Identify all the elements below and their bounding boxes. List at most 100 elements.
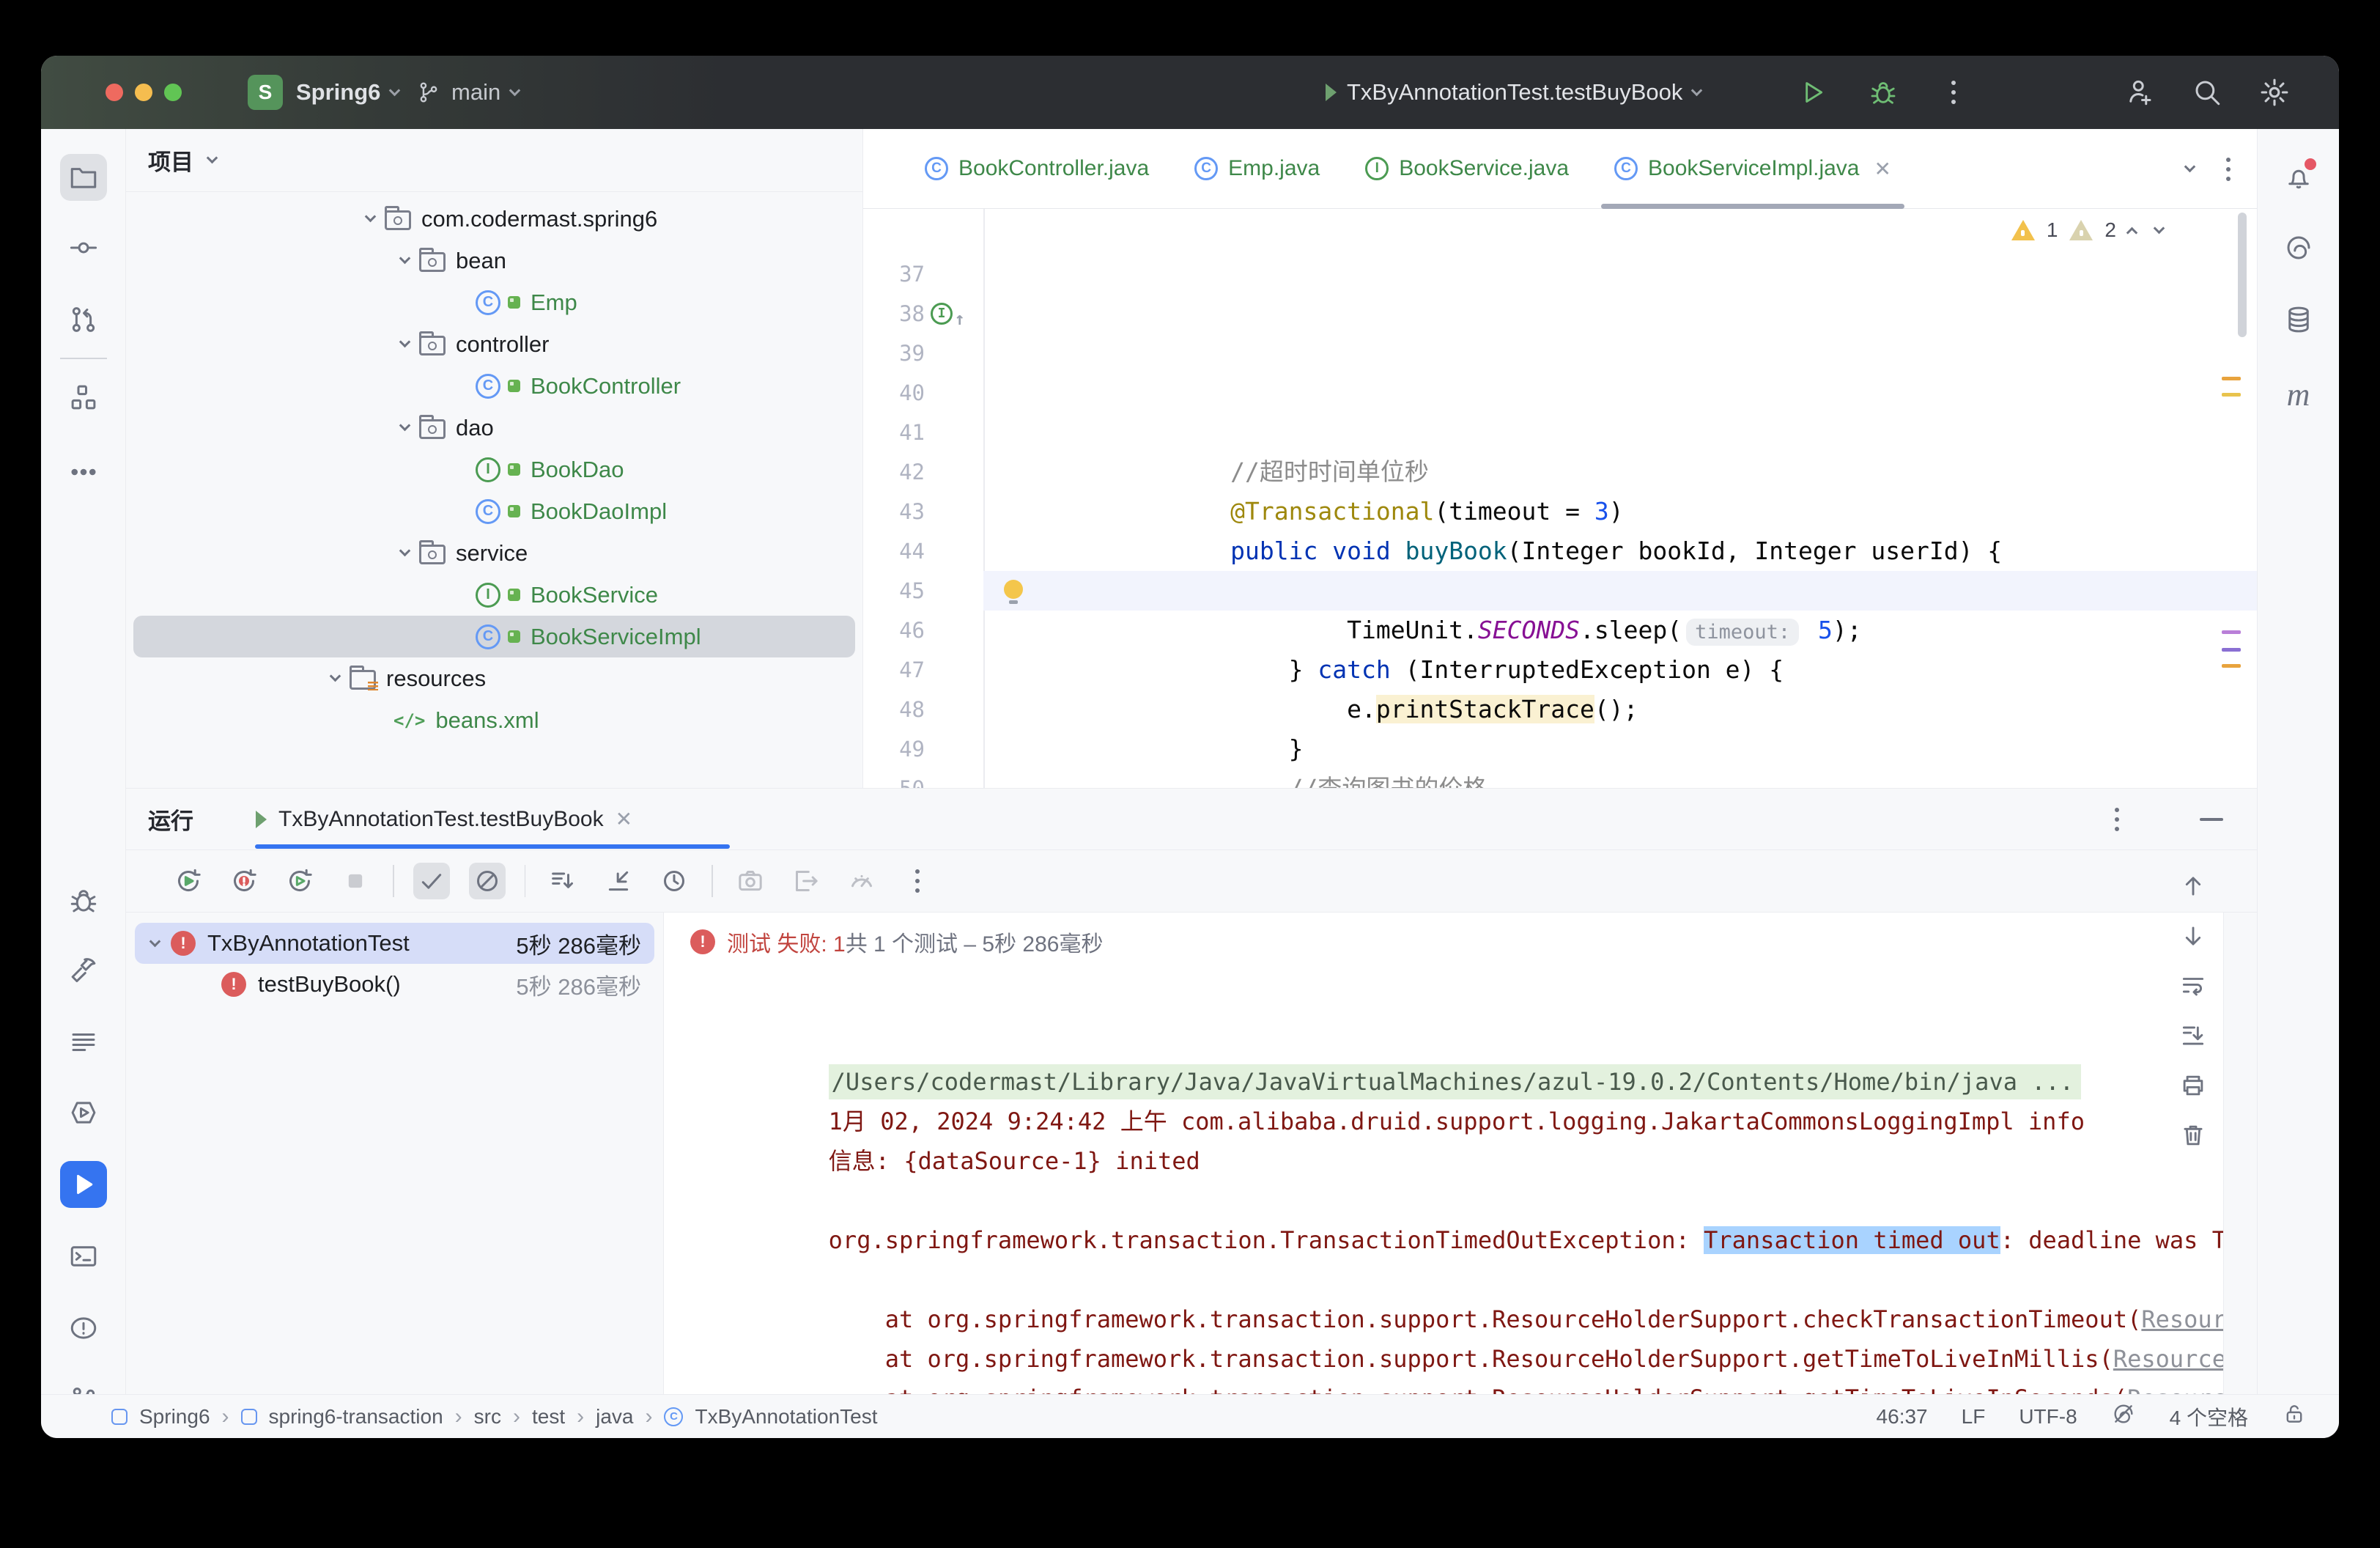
navigate-to-test-button[interactable] xyxy=(600,863,637,899)
readonly-lock-icon[interactable] xyxy=(2282,1401,2307,1431)
encoding-widget[interactable]: UTF-8 xyxy=(2019,1405,2077,1429)
test-toolbar-more-icon[interactable] xyxy=(899,863,936,899)
stop-button[interactable] xyxy=(337,863,374,899)
tree-item[interactable]: com.codermast.spring6 xyxy=(126,198,862,240)
test-console[interactable]: 测试 失败: 1共 1 个测试 – 5秒 286毫秒 /Users/coderm… xyxy=(663,913,2224,1394)
line-ending-widget[interactable]: LF xyxy=(1962,1405,1986,1429)
tree-item[interactable]: dao xyxy=(126,407,862,449)
scroll-mark-highlight[interactable] xyxy=(2222,630,2241,634)
vcs-branch-widget[interactable]: main xyxy=(416,56,519,129)
tab-options-icon[interactable] xyxy=(2226,158,2231,181)
services-tool-button[interactable] xyxy=(60,1089,107,1136)
terminal-tool-button[interactable] xyxy=(60,1233,107,1280)
test-result-row[interactable]: TxByAnnotationTest 5秒 286毫秒 xyxy=(135,923,654,964)
export-test-results-button[interactable] xyxy=(788,863,824,899)
structure-tool-button[interactable] xyxy=(60,374,107,421)
pull-requests-tool-button[interactable] xyxy=(60,296,107,343)
run-tab[interactable]: TxByAnnotationTest.testBuyBook ✕ xyxy=(254,789,632,849)
search-everywhere-button[interactable] xyxy=(2191,76,2223,108)
code-line[interactable]: 49 //更新用户的余额 xyxy=(863,690,2257,729)
code-line[interactable]: 50 bookDao.updateBalance(userId, price); xyxy=(863,729,2257,769)
tree-item[interactable]: service xyxy=(126,532,862,574)
soft-wrap-button[interactable] xyxy=(2176,969,2210,1003)
code-line[interactable]: 40 try { xyxy=(863,333,2257,373)
scroll-mark-highlight[interactable] xyxy=(2222,648,2241,652)
editor-tab[interactable]: C Emp.java xyxy=(1174,129,1340,209)
run-button[interactable] xyxy=(1797,76,1829,108)
toggle-auto-test-button[interactable] xyxy=(281,863,318,899)
code-with-me-button[interactable] xyxy=(2124,76,2156,108)
tree-item[interactable]: C BookDaoImpl xyxy=(126,490,862,532)
chevron-down-icon[interactable] xyxy=(399,336,411,348)
code-line[interactable]: 41 TimeUnit.SECONDS.sleep(timeout: 5); xyxy=(863,373,2257,413)
show-passed-button[interactable] xyxy=(413,863,450,899)
intention-bulb-icon[interactable] xyxy=(1004,580,1023,599)
code-line[interactable]: 44 } xyxy=(863,492,2257,531)
print-button[interactable] xyxy=(2176,1069,2210,1102)
ai-assistant-button[interactable] xyxy=(2275,224,2322,271)
debug-button[interactable] xyxy=(1867,76,1899,108)
run-panel-options-icon[interactable] xyxy=(2115,808,2119,831)
caret-position-widget[interactable]: 46:37 xyxy=(1877,1405,1928,1429)
tab-list-chevron-icon[interactable] xyxy=(2184,161,2196,173)
code-line[interactable]: 45 //查询图书的价格 xyxy=(863,531,2257,571)
tree-item[interactable]: I BookDao xyxy=(126,449,862,490)
scroll-mark-warning[interactable] xyxy=(2222,664,2241,668)
more-actions-button[interactable] xyxy=(1937,76,1970,108)
tree-item[interactable]: C Emp xyxy=(126,281,862,323)
hide-panel-icon[interactable] xyxy=(2200,818,2223,821)
scroll-mark-warning[interactable] xyxy=(2222,393,2241,397)
snapshot-button[interactable] xyxy=(732,863,769,899)
coverage-button[interactable] xyxy=(843,863,880,899)
code-line[interactable]: 47 //更新图书的库存 xyxy=(863,611,2257,650)
scroll-to-end-button[interactable] xyxy=(2176,1019,2210,1053)
scroll-mark-warning[interactable] xyxy=(2222,377,2241,380)
run-tool-button[interactable] xyxy=(60,1161,107,1208)
next-occurrence-button[interactable] xyxy=(2176,919,2210,953)
breadcrumb-item[interactable]: Spring6 › xyxy=(111,1404,229,1429)
ai-assistant-status-icon[interactable] xyxy=(2111,1401,2136,1431)
sort-by-duration-button[interactable] xyxy=(544,863,581,899)
breadcrumb-item[interactable]: C TxByAnnotationTest xyxy=(664,1405,877,1429)
debug-tool-button[interactable] xyxy=(60,877,107,924)
project-tool-button[interactable] xyxy=(60,154,107,201)
breadcrumb-item[interactable]: spring6-transaction › xyxy=(241,1404,462,1429)
tree-item[interactable]: resources xyxy=(126,657,862,699)
problems-tool-button[interactable] xyxy=(60,1305,107,1352)
code-line[interactable]: 39 I public void buyBook(Integer bookId,… xyxy=(863,294,2257,333)
breadcrumb-item[interactable]: test › xyxy=(532,1404,584,1429)
clear-console-button[interactable] xyxy=(2176,1118,2210,1152)
prev-occurrence-button[interactable] xyxy=(2176,869,2210,903)
code-line[interactable]: 38 @Transactional(timeout = 3) xyxy=(863,254,2257,294)
notifications-button[interactable] xyxy=(2275,154,2322,201)
breadcrumb-item[interactable]: java › xyxy=(596,1404,652,1429)
more-tool-windows-button[interactable] xyxy=(60,449,107,495)
close-tab-icon[interactable]: ✕ xyxy=(1874,157,1891,181)
build-tool-button[interactable] xyxy=(60,947,107,994)
editor-scrollbar-thumb[interactable] xyxy=(2238,213,2247,337)
code-line[interactable]: 48 bookDao.updateStock(bookId); xyxy=(863,650,2257,690)
project-panel-header[interactable]: 项目 xyxy=(126,129,862,192)
tree-item[interactable]: controller xyxy=(126,323,862,365)
tree-item[interactable]: I BookService xyxy=(126,574,862,616)
tree-item[interactable]: C BookServiceImpl xyxy=(133,616,855,657)
console-output[interactable]: /Users/codermast/Library/Java/JavaVirtua… xyxy=(664,983,2223,1379)
breadcrumb-item[interactable]: src › xyxy=(474,1404,520,1429)
run-configuration-widget[interactable]: TxByAnnotationTest.testBuyBook xyxy=(1323,56,1701,129)
rerun-button[interactable] xyxy=(170,863,207,899)
code-line[interactable]: 42 } catch (InterruptedException e) { xyxy=(863,413,2257,452)
show-ignored-button[interactable] xyxy=(469,863,506,899)
implements-gutter-icon[interactable]: I xyxy=(931,303,953,325)
commit-tool-button[interactable] xyxy=(60,224,107,271)
project-icon[interactable]: S xyxy=(248,75,283,110)
close-run-tab-icon[interactable]: ✕ xyxy=(616,807,632,831)
settings-button[interactable] xyxy=(2258,76,2291,108)
project-widget[interactable]: Spring6 xyxy=(296,56,399,129)
editor-tab[interactable]: I BookService.java xyxy=(1345,129,1589,209)
code-viewport[interactable]: 37 //超时时间单位秒 38 @Transactional(timeout =… xyxy=(863,215,2257,769)
chevron-down-icon[interactable] xyxy=(330,671,341,682)
code-line[interactable]: 37 //超时时间单位秒 xyxy=(863,215,2257,254)
test-history-button[interactable] xyxy=(656,863,692,899)
maven-button[interactable]: m xyxy=(2275,371,2322,418)
rerun-failed-tests-button[interactable] xyxy=(226,863,262,899)
